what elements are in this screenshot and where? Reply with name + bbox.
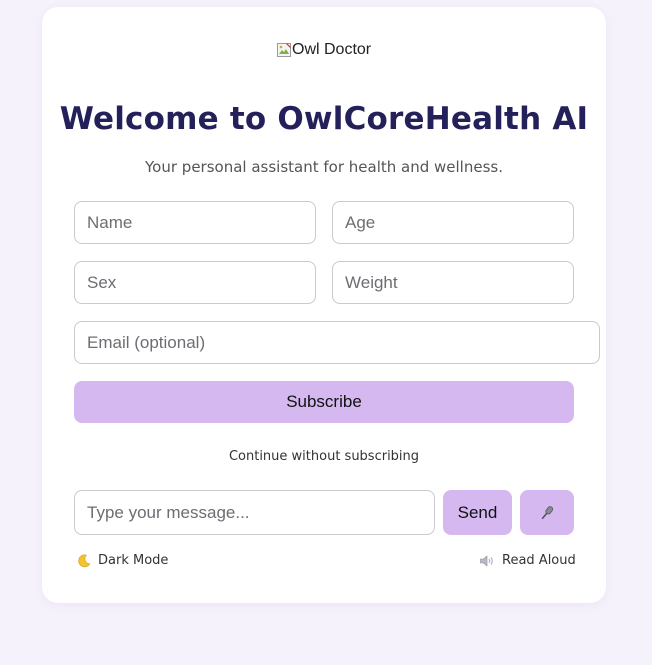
- logo-alt-text: Owl Doctor: [292, 41, 372, 58]
- crescent-moon-icon: [77, 554, 91, 568]
- microphone-button[interactable]: [520, 490, 574, 535]
- message-input[interactable]: [74, 490, 435, 535]
- speaker-icon: [479, 554, 495, 568]
- continue-without-subscribing-link[interactable]: Continue without subscribing: [42, 449, 606, 464]
- send-button[interactable]: Send: [443, 490, 512, 535]
- read-aloud-label: Read Aloud: [502, 553, 576, 568]
- dark-mode-toggle[interactable]: Dark Mode: [77, 553, 168, 568]
- read-aloud-toggle[interactable]: Read Aloud: [479, 553, 576, 568]
- broken-image-icon: [277, 43, 291, 57]
- age-input[interactable]: [332, 201, 574, 244]
- welcome-card: Owl Doctor Welcome to OwlCoreHealth AI Y…: [42, 7, 606, 603]
- microphone-icon: [541, 505, 554, 519]
- sex-input[interactable]: [74, 261, 316, 304]
- email-input[interactable]: [74, 321, 600, 364]
- page-title: Welcome to OwlCoreHealth AI: [59, 101, 589, 137]
- owl-doctor-logo: Owl Doctor: [276, 40, 371, 60]
- dark-mode-label: Dark Mode: [98, 553, 169, 568]
- weight-input[interactable]: [332, 261, 574, 304]
- page-subtitle: Your personal assistant for health and w…: [145, 158, 503, 176]
- name-input[interactable]: [74, 201, 316, 244]
- subscribe-button[interactable]: Subscribe: [74, 381, 574, 423]
